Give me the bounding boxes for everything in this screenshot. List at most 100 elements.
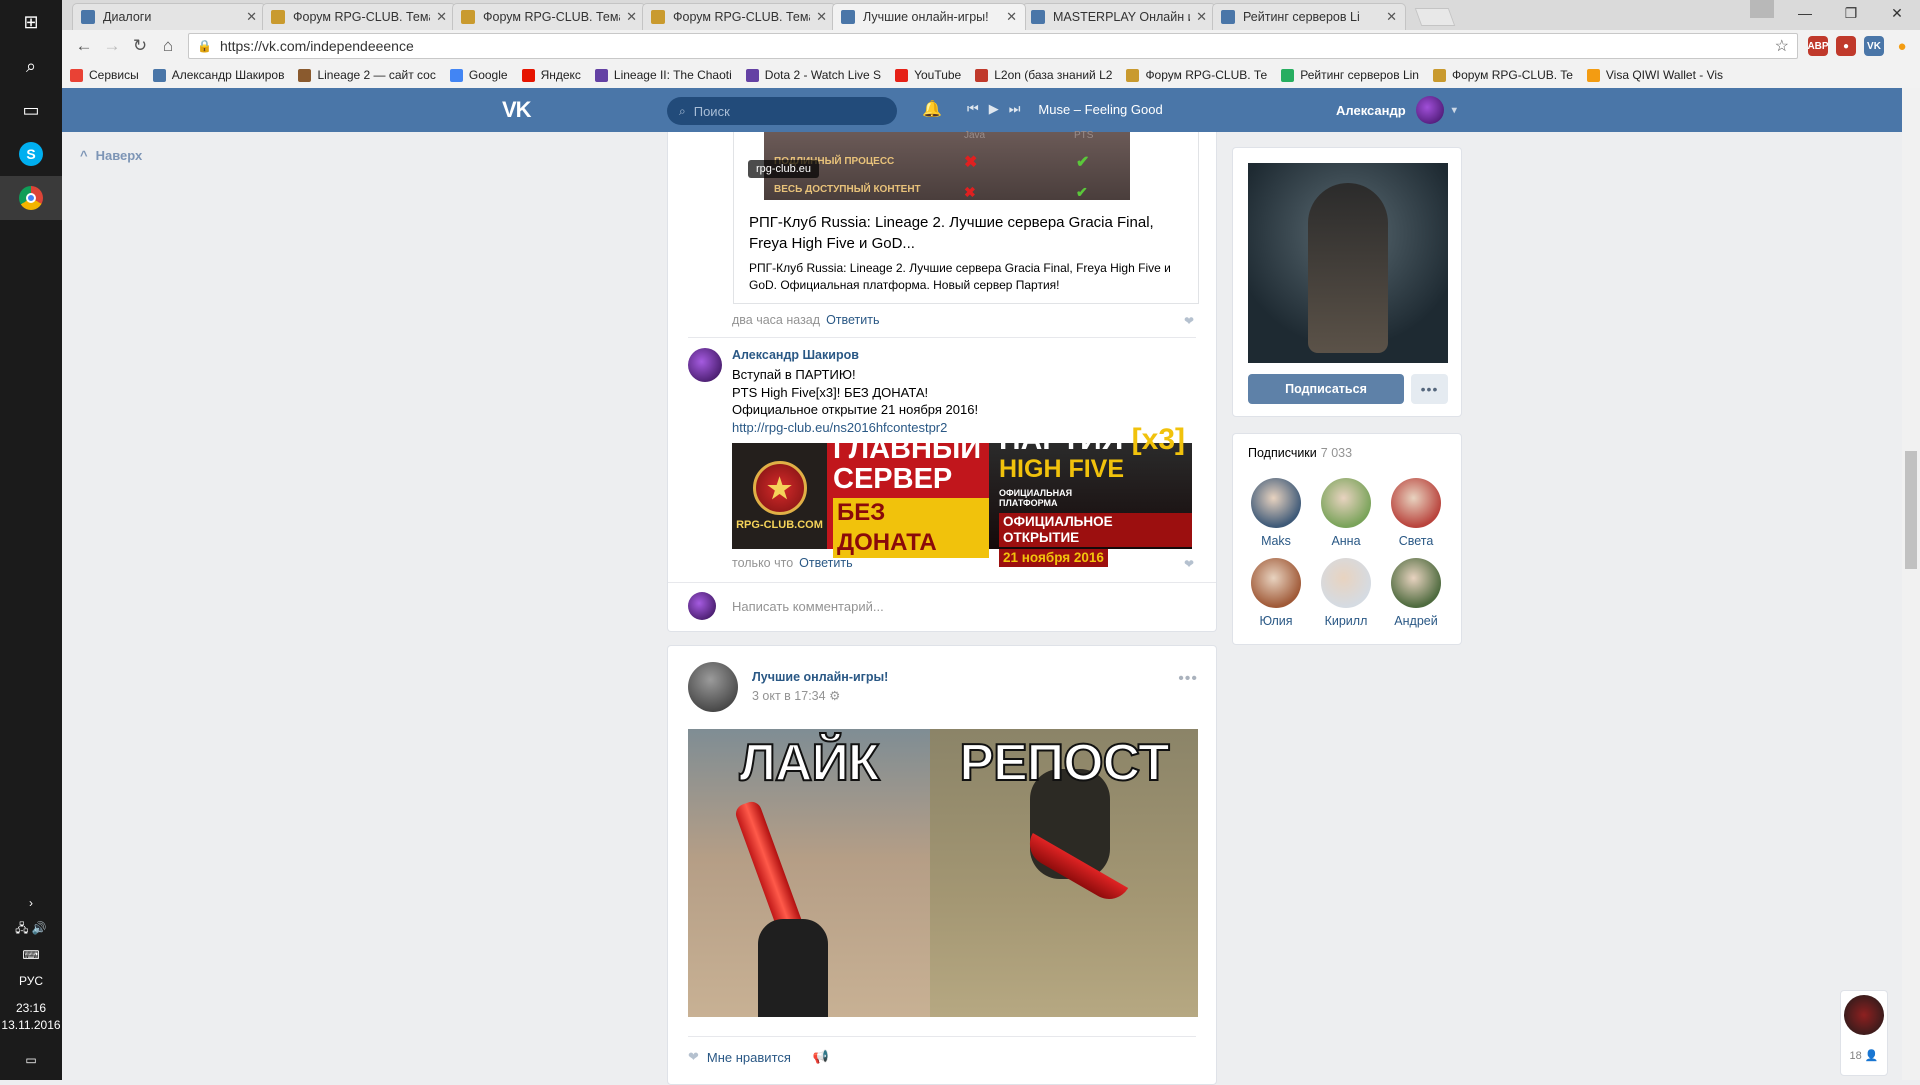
windows-start-icon[interactable]: ⊞: [0, 0, 62, 44]
back-to-top-link[interactable]: ^ Наверх: [80, 148, 150, 163]
bookmark-item[interactable]: Visa QIWI Wallet - Vis: [1586, 68, 1723, 82]
skype-icon[interactable]: S: [0, 132, 62, 176]
subscriber-name: Кирилл: [1324, 614, 1368, 628]
comment-time[interactable]: только что: [732, 556, 793, 570]
toolbar: ← → ↻ ⌂ 🔒 https://vk.com/independeeence …: [62, 30, 1920, 62]
chrome-icon[interactable]: [0, 176, 62, 220]
snippet-title[interactable]: РПГ-Клуб Russia: Lineage 2. Лучшие серве…: [749, 212, 1189, 254]
show-hidden-icons-icon[interactable]: ›: [0, 890, 62, 916]
post-date[interactable]: 3 окт в 17:34 ⚙: [752, 688, 840, 703]
comment-time[interactable]: два часа назад: [732, 313, 820, 327]
browser-tab[interactable]: Форум RPG-CLUB. Тема ✕: [452, 3, 646, 30]
subscribers-header[interactable]: Подписчики 7 033: [1248, 446, 1352, 460]
link-snippet[interactable]: Java PTS ПОДЛИННЫЙ ПРОЦЕСС ВЕСЬ ДОСТУПНЫ…: [733, 130, 1199, 304]
bookmark-item[interactable]: Сервисы: [70, 68, 139, 82]
tab-close-icon[interactable]: ✕: [1196, 9, 1207, 25]
tab-close-icon[interactable]: ✕: [626, 9, 637, 25]
subscriber-item[interactable]: Света: [1381, 478, 1451, 548]
user-menu[interactable]: Александр ▾: [1336, 96, 1457, 124]
maximize-icon[interactable]: ❐: [1828, 0, 1874, 26]
bookmark-item[interactable]: L2on (база знаний L2: [975, 68, 1112, 82]
forward-icon[interactable]: →: [98, 36, 126, 56]
subscriber-item[interactable]: Андрей: [1381, 558, 1451, 628]
post-author[interactable]: Лучшие онлайн-игры!: [752, 670, 888, 684]
language-indicator[interactable]: РУС: [0, 968, 62, 994]
comment-line: Официальное открытие 21 ноября 2016!: [732, 402, 979, 417]
current-track[interactable]: Muse – Feeling Good: [1038, 102, 1162, 117]
share-icon[interactable]: 📢: [813, 1049, 829, 1065]
browser-tab[interactable]: Рейтинг серверов Li ✕: [1212, 3, 1406, 30]
bookmark-item[interactable]: Яндекс: [521, 68, 581, 82]
like-button[interactable]: Мне нравится: [707, 1050, 791, 1065]
promo-banner[interactable]: ★ RPG-CLUB.COM ГЛАВНЫЙ СЕРВЕР БЕЗ ДОНАТА…: [732, 425, 1192, 567]
community-photo[interactable]: [1248, 163, 1448, 363]
browser-tab[interactable]: Диалоги ✕: [72, 3, 266, 30]
prev-track-icon[interactable]: ⏮: [967, 101, 979, 117]
bookmark-item[interactable]: Форум RPG-CLUB. Те: [1126, 68, 1267, 82]
bookmark-item[interactable]: Александр Шакиров: [152, 68, 284, 82]
tab-close-icon[interactable]: ✕: [816, 9, 827, 25]
heart-icon[interactable]: ❤: [1184, 557, 1194, 571]
reload-icon[interactable]: ↻: [126, 36, 154, 56]
more-options-icon[interactable]: •••: [1411, 374, 1448, 404]
notifications-bell-icon[interactable]: 🔔: [922, 99, 942, 119]
comment-input[interactable]: Написать комментарий...: [732, 599, 884, 614]
task-view-icon[interactable]: ▭: [0, 88, 62, 132]
profile-icon[interactable]: [1750, 0, 1774, 18]
keyboard-icon[interactable]: ⌨: [0, 942, 62, 968]
tab-close-icon[interactable]: ✕: [1006, 9, 1017, 25]
vk-logo[interactable]: VK: [502, 97, 532, 123]
scrollbar-thumb[interactable]: [1905, 451, 1917, 569]
reply-link[interactable]: Ответить: [826, 313, 879, 327]
bookmark-item[interactable]: YouTube: [895, 68, 961, 82]
adblock-icon[interactable]: ABP: [1807, 36, 1829, 56]
bookmark-item[interactable]: Google: [449, 68, 508, 82]
bookmark-item[interactable]: Рейтинг серверов Lin: [1281, 68, 1419, 82]
browser-tab[interactable]: MASTERPLAY Онлайн иг ✕: [1022, 3, 1216, 30]
new-tab-button[interactable]: [1414, 8, 1456, 26]
more-options-icon[interactable]: •••: [1178, 670, 1198, 688]
extension-icon[interactable]: ●: [1836, 36, 1856, 56]
home-icon[interactable]: ⌂: [154, 36, 182, 56]
tab-close-icon[interactable]: ✕: [436, 9, 447, 25]
subscriber-item[interactable]: Кирилл: [1311, 558, 1381, 628]
vk-extension-icon[interactable]: VK: [1864, 36, 1884, 56]
network-volume-icon[interactable]: 🖧 🔊: [0, 916, 62, 942]
browser-tab[interactable]: Лучшие онлайн-игры! ✕: [832, 3, 1026, 30]
tab-close-icon[interactable]: ✕: [246, 9, 257, 25]
subscriber-item[interactable]: Анна: [1311, 478, 1381, 548]
subscribe-button[interactable]: Подписаться: [1248, 374, 1404, 404]
bookmark-item[interactable]: Lineage 2 — сайт сос: [298, 68, 436, 82]
banner-open-2: 21 ноября 2016: [999, 549, 1108, 567]
bookmark-item[interactable]: Dota 2 - Watch Live S: [745, 68, 881, 82]
heart-icon[interactable]: ❤: [1184, 314, 1194, 328]
browser-tab[interactable]: Форум RPG-CLUB. Тема ✕: [262, 3, 456, 30]
notification-icon[interactable]: ●: [1892, 36, 1912, 56]
address-bar[interactable]: 🔒 https://vk.com/independeeence ☆: [188, 33, 1798, 59]
close-window-icon[interactable]: ✕: [1874, 0, 1920, 26]
bookmark-item[interactable]: Lineage II: The Chaoti: [594, 68, 732, 82]
action-center-icon[interactable]: ▭: [0, 1040, 62, 1080]
clock[interactable]: 23:16 13.11.2016: [0, 994, 62, 1040]
minimize-icon[interactable]: —: [1782, 0, 1828, 26]
vk-search-input[interactable]: ⌕ Поиск: [667, 97, 897, 125]
avatar[interactable]: [688, 348, 722, 382]
reply-link[interactable]: Ответить: [799, 556, 852, 570]
chat-widget[interactable]: 18 👤: [1840, 990, 1888, 1076]
avatar[interactable]: [688, 662, 738, 712]
scrollbar[interactable]: [1902, 88, 1920, 1080]
post-image[interactable]: ЛАЙК РЕПОСТ: [688, 729, 1198, 1017]
tab-close-icon[interactable]: ✕: [1386, 9, 1397, 25]
bookmark-item[interactable]: Форум RPG-CLUB. Te: [1432, 68, 1573, 82]
bookmark-star-icon[interactable]: ☆: [1775, 36, 1789, 56]
heart-icon[interactable]: ❤: [688, 1049, 699, 1065]
play-icon[interactable]: ▶: [989, 101, 999, 117]
browser-tab[interactable]: Форум RPG-CLUB. Тема ✕: [642, 3, 836, 30]
search-icon[interactable]: ⌕: [0, 44, 62, 88]
back-icon[interactable]: ←: [70, 36, 98, 56]
comment-author[interactable]: Александр Шакиров: [732, 348, 859, 362]
subscriber-item[interactable]: Юлия: [1241, 558, 1311, 628]
subscriber-item[interactable]: Maks: [1241, 478, 1311, 548]
banner-party-title: ПАРТИЯ: [999, 423, 1124, 456]
next-track-icon[interactable]: ⏭: [1009, 101, 1021, 117]
